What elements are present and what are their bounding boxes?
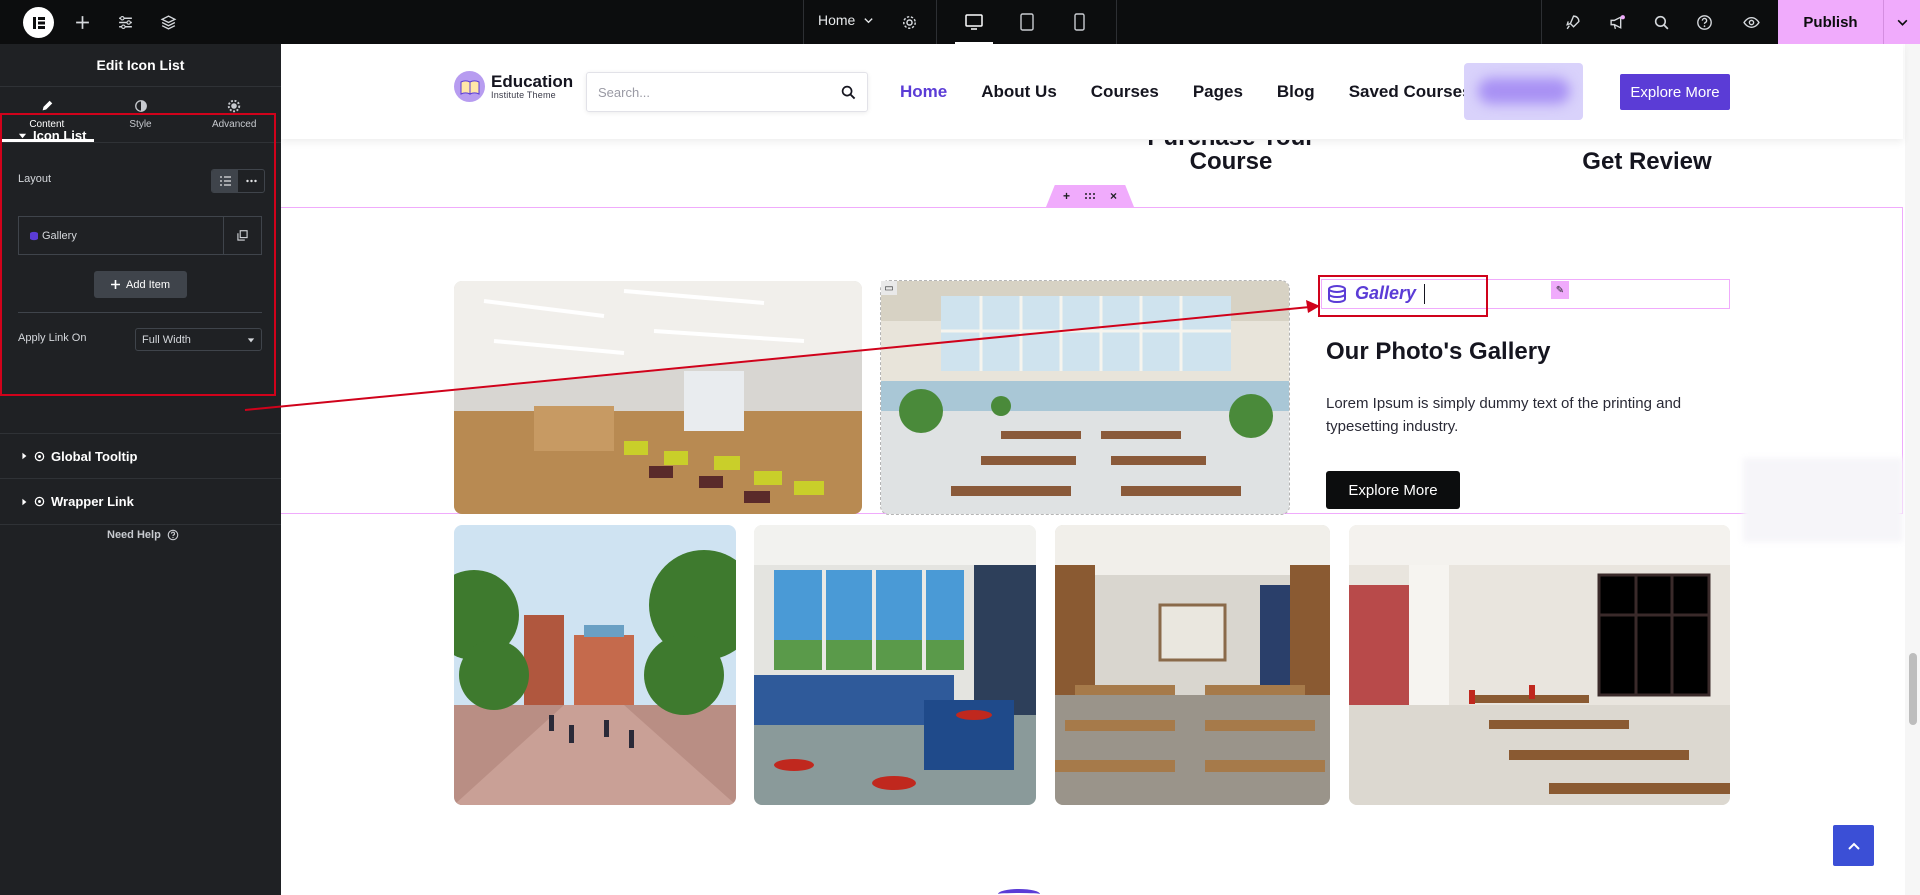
layout-label: Layout — [18, 173, 52, 185]
site-logo-name: Education — [491, 72, 574, 91]
blurred-header-element — [1464, 63, 1583, 120]
step-get-review: Get Review — [1582, 148, 1712, 175]
gear-icon — [227, 99, 241, 113]
site-logo-sub: Institute Theme — [491, 90, 556, 100]
nav-courses[interactable]: Courses — [1091, 82, 1159, 102]
wrapper-link-title: Wrapper Link — [51, 494, 134, 509]
layout-list-icon[interactable] — [212, 170, 238, 192]
gallery-description: Lorem Ipsum is simply dummy text of the … — [1326, 395, 1682, 435]
mobile-view-icon[interactable] — [1068, 11, 1090, 33]
need-help-label: Need Help — [107, 529, 161, 541]
chevron-down-icon — [1897, 19, 1907, 26]
page-settings-gear-icon[interactable] — [899, 12, 919, 32]
add-section-icon[interactable]: + — [1063, 189, 1070, 203]
pencil-icon — [42, 100, 53, 111]
partial-icon — [998, 889, 1040, 895]
caret-right-icon — [22, 452, 27, 460]
plus-icon — [110, 280, 120, 289]
section-handle[interactable]: + × — [1046, 185, 1134, 207]
desktop-view-icon[interactable] — [955, 11, 993, 44]
pro-gear-icon — [34, 496, 45, 507]
repeater-item-title[interactable]: Gallery — [19, 217, 223, 254]
site-search-input[interactable]: Search... — [586, 72, 868, 112]
nav-about-us[interactable]: About Us — [981, 82, 1057, 102]
nav-pages[interactable]: Pages — [1193, 82, 1243, 102]
section-icon-list-title: Icon List — [33, 128, 87, 143]
annotation-highlight-box — [1318, 275, 1488, 317]
nav-saved-courses[interactable]: Saved Courses — [1349, 82, 1472, 102]
nav-home[interactable]: Home — [900, 82, 947, 102]
caret-down-icon — [247, 337, 255, 342]
panel-title: Edit Icon List — [0, 44, 281, 87]
preview-canvas: Education Institute Theme Search... Home… — [281, 44, 1920, 895]
site-settings-icon[interactable] — [115, 12, 135, 32]
search-icon[interactable] — [1651, 12, 1671, 32]
notifications-megaphone-icon[interactable] — [1607, 12, 1627, 32]
elementor-logo-icon[interactable] — [23, 7, 54, 38]
structure-layers-icon[interactable] — [158, 12, 178, 32]
add-element-icon[interactable] — [72, 12, 92, 32]
drag-handle-icon[interactable] — [1084, 189, 1096, 203]
add-item-button[interactable]: Add Item — [94, 271, 187, 298]
site-logo[interactable]: Education Institute Theme — [454, 71, 573, 102]
scrollbar-thumb[interactable] — [1909, 653, 1917, 725]
publish-button[interactable]: Publish — [1778, 0, 1883, 44]
add-item-label: Add Item — [125, 278, 171, 291]
global-tooltip-title: Global Tooltip — [51, 448, 138, 464]
nav-blog[interactable]: Blog — [1277, 82, 1315, 102]
gallery-heading: Our Photo's Gallery — [1326, 338, 1551, 365]
gallery-photo-dining-hall — [1349, 525, 1730, 805]
help-icon — [167, 529, 179, 541]
delete-section-icon[interactable]: × — [1110, 189, 1117, 203]
gallery-photo-classroom — [454, 281, 862, 514]
site-search-placeholder: Search... — [598, 84, 651, 100]
apply-link-value: Full Width — [142, 333, 191, 346]
section-global-tooltip[interactable]: Global Tooltip — [0, 433, 281, 479]
chevron-up-icon — [1847, 842, 1860, 850]
editor-topbar: Home Publish — [0, 0, 1920, 44]
duplicate-icon[interactable] — [223, 217, 261, 254]
database-icon — [30, 231, 38, 240]
caret-right-icon — [22, 498, 27, 505]
open-book-icon — [454, 71, 485, 102]
page-name: Home — [818, 12, 856, 28]
panel-divider — [18, 312, 262, 313]
tablet-view-icon[interactable] — [1016, 11, 1038, 33]
pro-gear-icon — [34, 451, 45, 461]
caret-down-icon — [18, 133, 27, 139]
gallery-photo-campus — [454, 525, 736, 805]
main-nav: Home About Us Courses Pages Blog Saved C… — [900, 82, 1506, 102]
apply-link-select[interactable]: Full Width — [135, 328, 262, 351]
repeater-item-label: Gallery — [42, 229, 77, 242]
layout-inline-icon[interactable] — [238, 170, 264, 192]
rocket-icon[interactable] — [1562, 12, 1582, 32]
blurred-element — [1743, 458, 1903, 542]
chevron-down-icon — [864, 17, 874, 23]
need-help-link[interactable]: Need Help — [107, 529, 179, 541]
canvas-scrollbar[interactable] — [1905, 44, 1920, 895]
gallery-photo-lecture-room — [1055, 525, 1330, 805]
column-handle-icon[interactable]: ▭ — [881, 281, 897, 295]
page-select[interactable]: Home — [818, 12, 874, 28]
gallery-photo-cafeteria — [880, 280, 1290, 515]
search-icon[interactable] — [841, 85, 856, 100]
repeater-item-gallery[interactable]: Gallery — [18, 216, 262, 255]
section-wrapper-link[interactable]: Wrapper Link — [0, 479, 281, 525]
help-icon[interactable] — [1694, 12, 1714, 32]
preview-eye-icon[interactable] — [1741, 12, 1761, 32]
header-explore-more-button[interactable]: Explore More — [1620, 74, 1730, 110]
layout-toggle — [211, 169, 265, 193]
gallery-photo-computer-lab — [754, 525, 1036, 805]
apply-link-label: Apply Link On — [18, 332, 87, 344]
contrast-icon — [134, 100, 147, 112]
site-header: Education Institute Theme Search... Home… — [281, 44, 1903, 139]
section-icon-list-toggle[interactable]: Icon List — [18, 128, 86, 143]
step-purchase-line2: Course — [1189, 148, 1273, 174]
gallery-explore-more-button[interactable]: Explore More — [1326, 471, 1460, 509]
back-to-top-button[interactable] — [1833, 825, 1874, 866]
publish-options-button[interactable] — [1883, 0, 1920, 44]
